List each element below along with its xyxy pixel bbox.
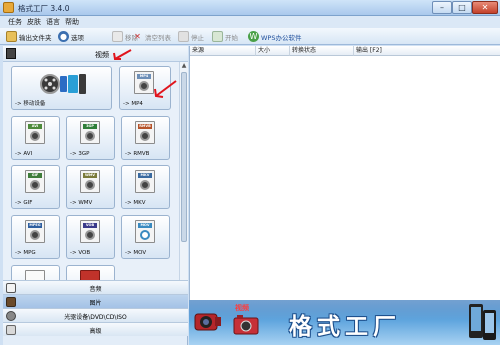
annotation-arrow-icon <box>154 80 177 98</box>
category-header-video[interactable]: 视频 <box>3 46 188 62</box>
output-folder-button[interactable]: 输出文件夹 <box>6 30 52 43</box>
badge: MPEG <box>28 223 42 228</box>
category-label: 视频 <box>95 51 109 59</box>
badge: MOV <box>138 223 152 228</box>
wps-office-link[interactable]: W WPS办公软件 <box>248 30 301 43</box>
mobile-device-icon <box>40 74 86 94</box>
badge: VOB <box>83 223 97 228</box>
badge: MKV <box>138 173 152 178</box>
nav-label: 图片 <box>89 300 102 307</box>
wps-icon: W <box>248 31 259 42</box>
tile-label: -> 3GP <box>70 151 90 157</box>
nav-label: 光驱设备\DVD\CD\ISO <box>64 314 127 321</box>
column-status[interactable]: 转换状态 <box>290 46 354 56</box>
nav-advanced[interactable]: 高级 <box>3 322 188 336</box>
options-label: 选项 <box>71 33 84 42</box>
title-bar: 格式工厂 3.4.0 – □ ✕ <box>0 0 500 16</box>
promo-banner: 视频 格式工厂 <box>189 300 500 345</box>
stop-label: 停止 <box>191 33 204 42</box>
mp4-icon: MP4 <box>134 71 154 94</box>
column-source[interactable]: 来源 <box>190 46 256 56</box>
column-output[interactable]: 输出 [F2] <box>354 46 500 56</box>
video-category-icon <box>6 48 16 59</box>
camcorder-icon <box>194 313 221 331</box>
menu-task[interactable]: 任务 <box>8 17 22 27</box>
tile-vob[interactable]: VOB -> VOB <box>66 215 115 259</box>
avi-icon: AVI <box>25 121 45 144</box>
tile-avi[interactable]: AVI -> AVI <box>11 116 60 160</box>
gif-icon: GIF <box>25 170 45 193</box>
tile-mov[interactable]: MOV -> MOV <box>121 215 170 259</box>
start-icon <box>212 31 223 42</box>
annotation-arrow-icon <box>113 49 132 60</box>
nav-label: 高级 <box>89 328 102 335</box>
wmv-icon: WMV <box>80 170 100 193</box>
mkv-icon: MKV <box>135 170 155 193</box>
tile-label: -> AVI <box>15 151 33 157</box>
tile-gif[interactable]: GIF -> GIF <box>11 165 60 209</box>
app-icon <box>3 2 14 13</box>
start-button[interactable]: 开始 <box>212 30 238 43</box>
badge: AVI <box>28 124 42 129</box>
clear-list-label: 清空列表 <box>145 33 171 42</box>
tile-label: -> 移动设备 <box>15 101 46 107</box>
output-folder-label: 输出文件夹 <box>19 33 52 42</box>
clear-list-button[interactable]: ✕ 清空列表 <box>132 30 171 43</box>
vob-icon: VOB <box>80 220 100 243</box>
tile-mpg[interactable]: MPEG -> MPG <box>11 215 60 259</box>
minimize-button[interactable]: – <box>432 1 452 14</box>
badge: MP4 <box>137 74 151 79</box>
folder-icon <box>6 31 17 42</box>
window-title: 格式工厂 3.4.0 <box>18 4 70 13</box>
tile-label: -> MPG <box>15 250 36 256</box>
badge: RMVB <box>138 124 152 129</box>
toolbar: 输出文件夹 ● 选项 移除 ✕ 清空列表 停止 开始 W WPS办公软件 <box>0 28 500 45</box>
tile-rmvb[interactable]: RMVB -> RMVB <box>121 116 170 160</box>
tile-mkv[interactable]: MKV -> MKV <box>121 165 170 209</box>
remove-icon <box>112 31 123 42</box>
tile-label: -> VOB <box>70 250 91 256</box>
tile-mobile-device[interactable]: -> 移动设备 <box>11 66 112 110</box>
phone-device-icon <box>469 304 496 340</box>
menu-help[interactable]: 帮助 <box>65 17 79 27</box>
tile-label: -> WMV <box>70 200 93 206</box>
mov-icon: MOV <box>135 220 155 243</box>
options-button[interactable]: ● 选项 <box>58 30 84 43</box>
tile-label: -> MOV <box>125 250 147 256</box>
menu-bar: 任务 皮肤 语言 帮助 <box>0 16 500 28</box>
column-size[interactable]: 大小 <box>256 46 290 56</box>
stop-button[interactable]: 停止 <box>178 30 204 43</box>
stop-icon <box>178 31 189 42</box>
tile-label: -> MP4 <box>123 101 143 107</box>
tile-label: -> GIF <box>15 200 33 206</box>
banner-slogan: 视频 <box>235 304 249 312</box>
start-label: 开始 <box>225 33 238 42</box>
maximize-button[interactable]: □ <box>452 1 472 14</box>
close-button[interactable]: ✕ <box>472 1 498 14</box>
nav-audio[interactable]: 音频 <box>3 280 188 294</box>
camera-icon <box>233 315 259 335</box>
badge: WMV <box>83 173 97 178</box>
rmvb-icon: RMVB <box>135 121 155 144</box>
nav-disc[interactable]: 光驱设备\DVD\CD\ISO <box>3 308 188 322</box>
clear-icon: ✕ <box>134 32 141 41</box>
menu-skin[interactable]: 皮肤 <box>27 17 41 27</box>
banner-brand: 格式工厂 <box>289 314 401 340</box>
badge: GIF <box>28 173 42 178</box>
mpg-icon: MPEG <box>25 220 45 243</box>
tile-wmv[interactable]: WMV -> WMV <box>66 165 115 209</box>
wps-label: WPS办公软件 <box>261 33 302 42</box>
tile-3gp[interactable]: 3GP -> 3GP <box>66 116 115 160</box>
scroll-thumb[interactable] <box>181 72 187 242</box>
tile-label: -> RMVB <box>125 151 150 157</box>
menu-language[interactable]: 语言 <box>46 17 60 27</box>
nav-label: 音频 <box>89 286 102 293</box>
badge: 3GP <box>83 124 97 129</box>
nav-picture[interactable]: 图片 <box>3 294 188 308</box>
tile-label: -> MKV <box>125 200 146 206</box>
3gp-icon: 3GP <box>80 121 100 144</box>
options-icon: ● <box>58 31 69 42</box>
file-list[interactable]: 来源 大小 转换状态 输出 [F2] <box>189 46 500 300</box>
scroll-up-icon[interactable]: ▲ <box>180 62 188 70</box>
